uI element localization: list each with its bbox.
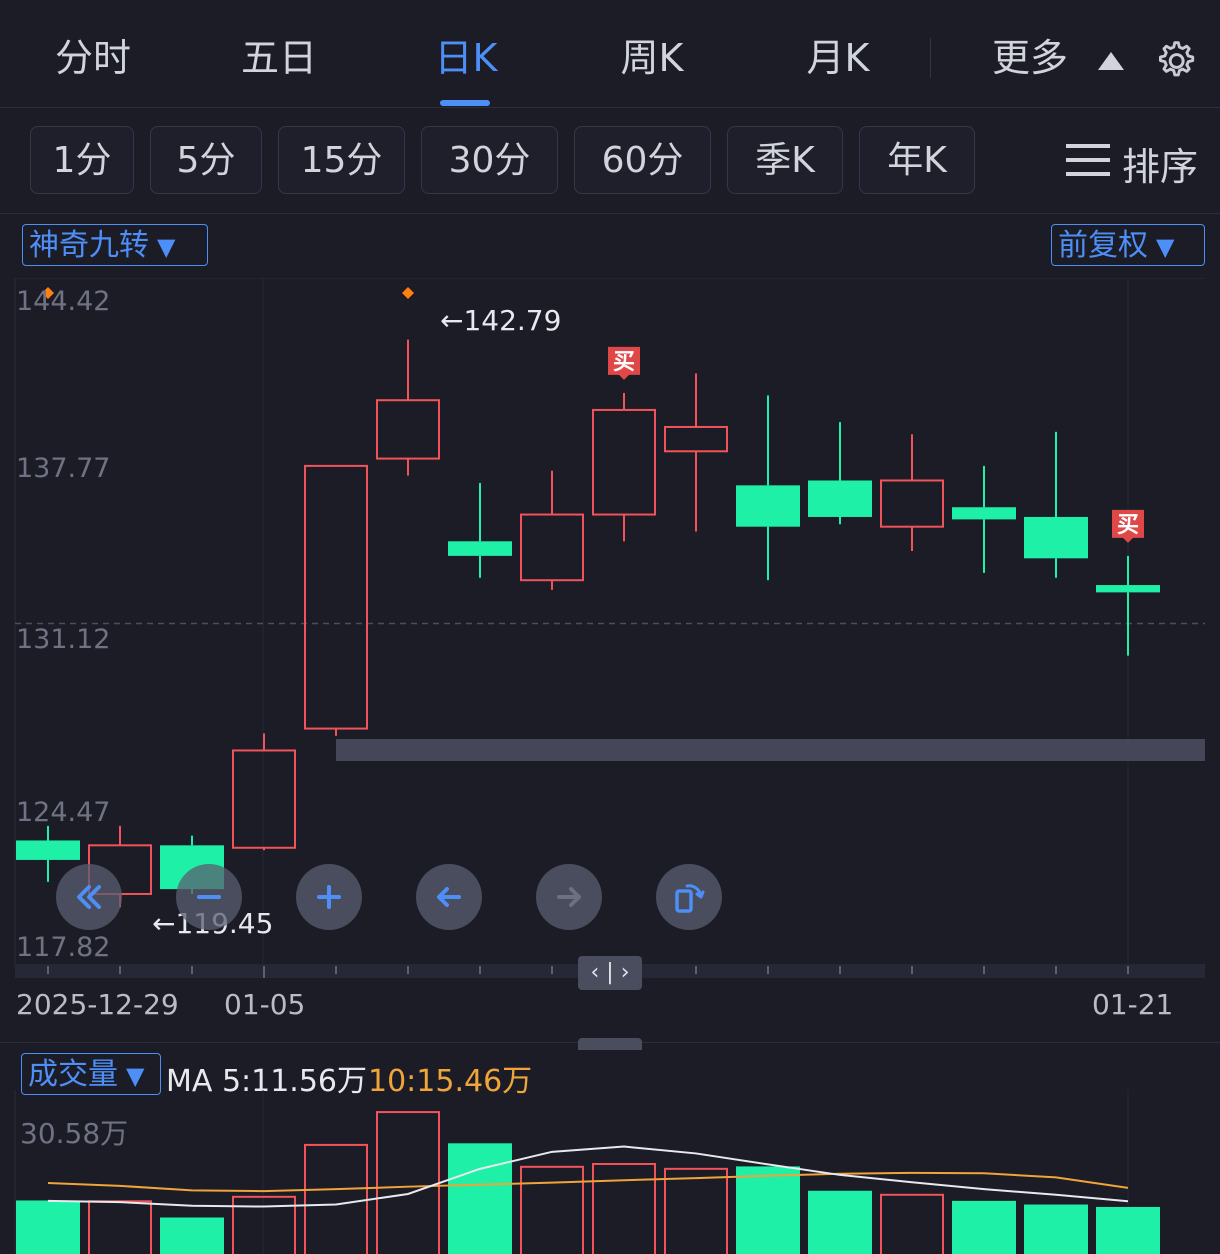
tab-more[interactable]: 更多 xyxy=(992,32,1068,84)
volume-bar xyxy=(304,1143,368,1254)
indicator-dropdown-label: 神奇九转 xyxy=(29,228,149,263)
candle-body xyxy=(520,513,584,582)
y-tick-label: 124.47 xyxy=(16,797,111,828)
sort-button[interactable]: 排序 xyxy=(1122,136,1198,191)
candle-body xyxy=(1096,585,1160,593)
double-chevron-left-icon xyxy=(77,885,101,909)
tab-monthly-k[interactable]: 月K xyxy=(807,32,870,84)
candle-body xyxy=(304,464,368,730)
divider xyxy=(0,213,1220,214)
candle-body xyxy=(232,749,296,849)
volume-bar xyxy=(952,1200,1016,1254)
buy-signal-label: 买 xyxy=(613,350,635,375)
volume-bar xyxy=(736,1166,800,1254)
menu-lines-icon[interactable] xyxy=(1066,142,1110,178)
minus-icon xyxy=(197,895,221,899)
nine-turn-top-marker xyxy=(402,287,414,299)
volume-bar xyxy=(16,1200,80,1254)
dropdown-arrow-icon: ▼ xyxy=(157,233,176,261)
period-quarter-k-button[interactable]: 季K xyxy=(727,126,843,194)
volume-bar xyxy=(592,1162,656,1254)
volume-ma10-line xyxy=(47,1171,1129,1193)
volume-bar xyxy=(448,1143,512,1254)
price-adjust-label: 前复权 xyxy=(1058,228,1148,263)
volume-bar xyxy=(520,1165,584,1254)
x-axis-label: 2025-12-29 xyxy=(16,988,179,1021)
volume-dropdown-label: 成交量 xyxy=(28,1057,118,1092)
y-tick-label: 131.12 xyxy=(16,624,111,655)
arrow-right-icon xyxy=(557,887,581,907)
tab-intraday[interactable]: 分时 xyxy=(55,32,131,84)
x-axis-label: 01-05 xyxy=(224,988,306,1021)
volume-bar xyxy=(88,1200,152,1254)
period-5min-button[interactable]: 5分 xyxy=(150,126,262,194)
arrow-left-icon xyxy=(437,887,461,907)
rotate-screen-icon xyxy=(675,884,705,913)
plus-icon xyxy=(317,885,341,909)
buy-signal-label: 买 xyxy=(1117,513,1139,538)
tab-daily-k[interactable]: 日K xyxy=(435,32,498,84)
dropdown-arrow-icon: ▼ xyxy=(126,1062,145,1090)
price-adjust-dropdown[interactable]: 前复权 ▼ xyxy=(1051,224,1205,266)
candlestick-chart[interactable]: 买买 xyxy=(0,278,1220,978)
period-tab-bar: 分时 五日 日K 周K 月K 更多 xyxy=(0,0,1220,108)
price-band xyxy=(336,739,1205,761)
period-15min-button[interactable]: 15分 xyxy=(278,126,405,194)
triangle-up-icon[interactable] xyxy=(1098,52,1124,70)
volume-ma5-line xyxy=(47,1145,1129,1208)
pane-resize-handle[interactable] xyxy=(578,1038,642,1050)
volume-chart[interactable] xyxy=(0,1090,1220,1254)
scroll-to-start-button[interactable] xyxy=(56,864,122,930)
candle-body xyxy=(448,541,512,556)
y-tick-label: 144.42 xyxy=(16,286,111,317)
volume-bar xyxy=(1024,1204,1088,1254)
volume-indicator-dropdown[interactable]: 成交量 ▼ xyxy=(21,1053,161,1095)
x-axis-label: 01-21 xyxy=(1092,988,1174,1021)
tab-weekly-k[interactable]: 周K xyxy=(621,32,684,84)
candle-body xyxy=(952,507,1016,520)
gear-icon[interactable] xyxy=(1150,36,1200,86)
active-tab-indicator xyxy=(440,100,490,106)
candle-body xyxy=(808,480,872,517)
tab-divider xyxy=(930,38,931,78)
zoom-out-button[interactable] xyxy=(176,864,242,930)
scroll-right-button[interactable] xyxy=(536,864,602,930)
period-60min-button[interactable]: 60分 xyxy=(574,126,711,194)
y-tick-label: 137.77 xyxy=(16,453,111,484)
volume-bar xyxy=(808,1190,872,1254)
candle-body xyxy=(16,840,80,860)
rotate-screen-button[interactable] xyxy=(656,864,722,930)
candle-body xyxy=(376,399,440,460)
period-30min-button[interactable]: 30分 xyxy=(421,126,558,194)
candle-body xyxy=(736,485,800,527)
candle-body xyxy=(880,479,944,528)
period-year-k-button[interactable]: 年K xyxy=(859,126,975,194)
zoom-in-button[interactable] xyxy=(296,864,362,930)
tab-five-day[interactable]: 五日 xyxy=(241,32,317,84)
volume-bar xyxy=(880,1193,944,1254)
dropdown-arrow-icon: ▼ xyxy=(1156,233,1175,261)
period-1min-button[interactable]: 1分 xyxy=(30,126,134,194)
volume-bar xyxy=(1096,1206,1160,1254)
indicator-dropdown[interactable]: 神奇九转 ▼ xyxy=(22,224,208,266)
volume-bar xyxy=(160,1217,224,1254)
chart-scroll-handle[interactable]: ‹ | › xyxy=(578,956,642,990)
high-price-label: ←142.79 xyxy=(440,304,562,337)
y-tick-label: 117.82 xyxy=(16,932,111,963)
candle-body xyxy=(664,425,728,453)
candle-body xyxy=(1024,516,1088,559)
candle-body xyxy=(592,408,656,516)
scroll-left-button[interactable] xyxy=(416,864,482,930)
volume-bar xyxy=(376,1111,440,1254)
volume-bar xyxy=(664,1167,728,1254)
